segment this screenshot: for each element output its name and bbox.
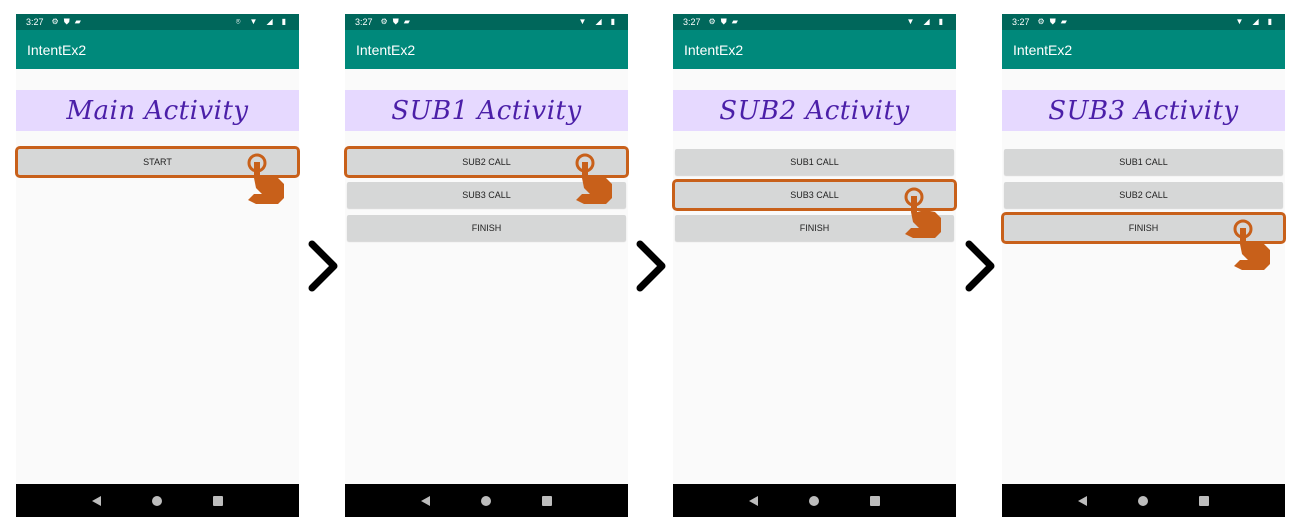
shield-icon: ⛊ — [720, 17, 727, 26]
sub1-call-button[interactable]: SUB1 CALL — [675, 149, 954, 175]
start-button[interactable]: START — [15, 146, 300, 178]
activity-title: SUB1 Activity — [345, 90, 628, 131]
back-icon[interactable] — [1077, 495, 1087, 506]
gear-icon: ⚙ — [708, 17, 716, 26]
battery-icon: ▮ — [938, 17, 943, 26]
home-icon[interactable] — [808, 495, 819, 506]
wifi-icon: ▼ — [249, 17, 258, 26]
wifi-icon: ▼ — [906, 17, 915, 26]
app-title: IntentEx2 — [1013, 41, 1073, 58]
sd-card-icon: ▰ — [74, 17, 81, 26]
app-title: IntentEx2 — [27, 41, 87, 58]
shield-icon: ⛊ — [1049, 17, 1056, 26]
signal-icon: ◢ — [595, 17, 602, 26]
nav-bar — [16, 484, 299, 517]
nav-bar — [345, 484, 628, 517]
signal-icon: ◢ — [266, 17, 273, 26]
home-icon[interactable] — [151, 495, 162, 506]
sub2-call-button[interactable]: SUB2 CALL — [344, 146, 629, 178]
wifi-icon: ▼ — [578, 17, 587, 26]
chevron-right-icon — [965, 240, 995, 292]
status-bar: 3:27 ⚙ ⛊ ▰ ▼ ◢ ▮ — [345, 14, 628, 30]
phone-screen-sub1: 3:27 ⚙ ⛊ ▰ ▼ ◢ ▮ IntentEx2 SUB1 Activity… — [344, 14, 629, 517]
recent-apps-icon[interactable] — [213, 495, 224, 506]
status-time: 3:27 — [683, 17, 701, 27]
recent-apps-icon[interactable] — [870, 495, 881, 506]
sd-card-icon: ▰ — [731, 17, 738, 26]
app-title: IntentEx2 — [356, 41, 416, 58]
location-icon: ⌾ — [235, 17, 241, 26]
finish-button[interactable]: FINISH — [675, 215, 954, 241]
app-bar: IntentEx2 — [345, 30, 628, 69]
sd-card-icon: ▰ — [1060, 17, 1067, 26]
status-time: 3:27 — [26, 17, 44, 27]
sub2-call-button[interactable]: SUB2 CALL — [1004, 182, 1283, 208]
status-bar: 3:27 ⚙ ⛊ ▰ ▼ ◢ ▮ — [673, 14, 956, 30]
nav-bar — [1002, 484, 1285, 517]
sub3-call-button[interactable]: SUB3 CALL — [347, 182, 626, 208]
chevron-right-icon — [308, 240, 338, 292]
gear-icon: ⚙ — [1037, 17, 1045, 26]
phone-screen-sub3: 3:27 ⚙ ⛊ ▰ ▼ ◢ ▮ IntentEx2 SUB3 Activity… — [1001, 14, 1286, 517]
status-bar: 3:27 ⚙ ⛊ ▰ ▼ ◢ ▮ — [1002, 14, 1285, 30]
activity-title: SUB2 Activity — [673, 90, 956, 131]
wifi-icon: ▼ — [1235, 17, 1244, 26]
recent-apps-icon[interactable] — [542, 495, 553, 506]
gear-icon: ⚙ — [380, 17, 388, 26]
home-icon[interactable] — [1137, 495, 1148, 506]
activity-title: Main Activity — [16, 90, 299, 131]
status-time: 3:27 — [355, 17, 373, 27]
home-icon[interactable] — [480, 495, 491, 506]
phone-screen-main: 3:27 ⚙ ⛊ ▰ ⌾ ▼ ◢ ▮ IntentEx2 Main Activi… — [15, 14, 300, 517]
signal-icon: ◢ — [923, 17, 930, 26]
app-bar: IntentEx2 — [16, 30, 299, 69]
finish-button[interactable]: FINISH — [347, 215, 626, 241]
shield-icon: ⛊ — [63, 17, 70, 26]
battery-icon: ▮ — [1267, 17, 1272, 26]
sd-card-icon: ▰ — [403, 17, 410, 26]
back-icon[interactable] — [91, 495, 101, 506]
status-bar: 3:27 ⚙ ⛊ ▰ ⌾ ▼ ◢ ▮ — [16, 14, 299, 30]
finish-button[interactable]: FINISH — [1001, 212, 1286, 244]
phone-screen-sub2: 3:27 ⚙ ⛊ ▰ ▼ ◢ ▮ IntentEx2 SUB2 Activity… — [672, 14, 957, 517]
sub1-call-button[interactable]: SUB1 CALL — [1004, 149, 1283, 175]
status-time: 3:27 — [1012, 17, 1030, 27]
recent-apps-icon[interactable] — [1199, 495, 1210, 506]
back-icon[interactable] — [420, 495, 430, 506]
app-bar: IntentEx2 — [1002, 30, 1285, 69]
nav-bar — [673, 484, 956, 517]
battery-icon: ▮ — [281, 17, 286, 26]
back-icon[interactable] — [748, 495, 758, 506]
activity-title: SUB3 Activity — [1002, 90, 1285, 131]
app-title: IntentEx2 — [684, 41, 744, 58]
gear-icon: ⚙ — [51, 17, 59, 26]
chevron-right-icon — [636, 240, 666, 292]
sub3-call-button[interactable]: SUB3 CALL — [672, 179, 957, 211]
app-bar: IntentEx2 — [673, 30, 956, 69]
signal-icon: ◢ — [1252, 17, 1259, 26]
battery-icon: ▮ — [610, 17, 615, 26]
shield-icon: ⛊ — [392, 17, 399, 26]
